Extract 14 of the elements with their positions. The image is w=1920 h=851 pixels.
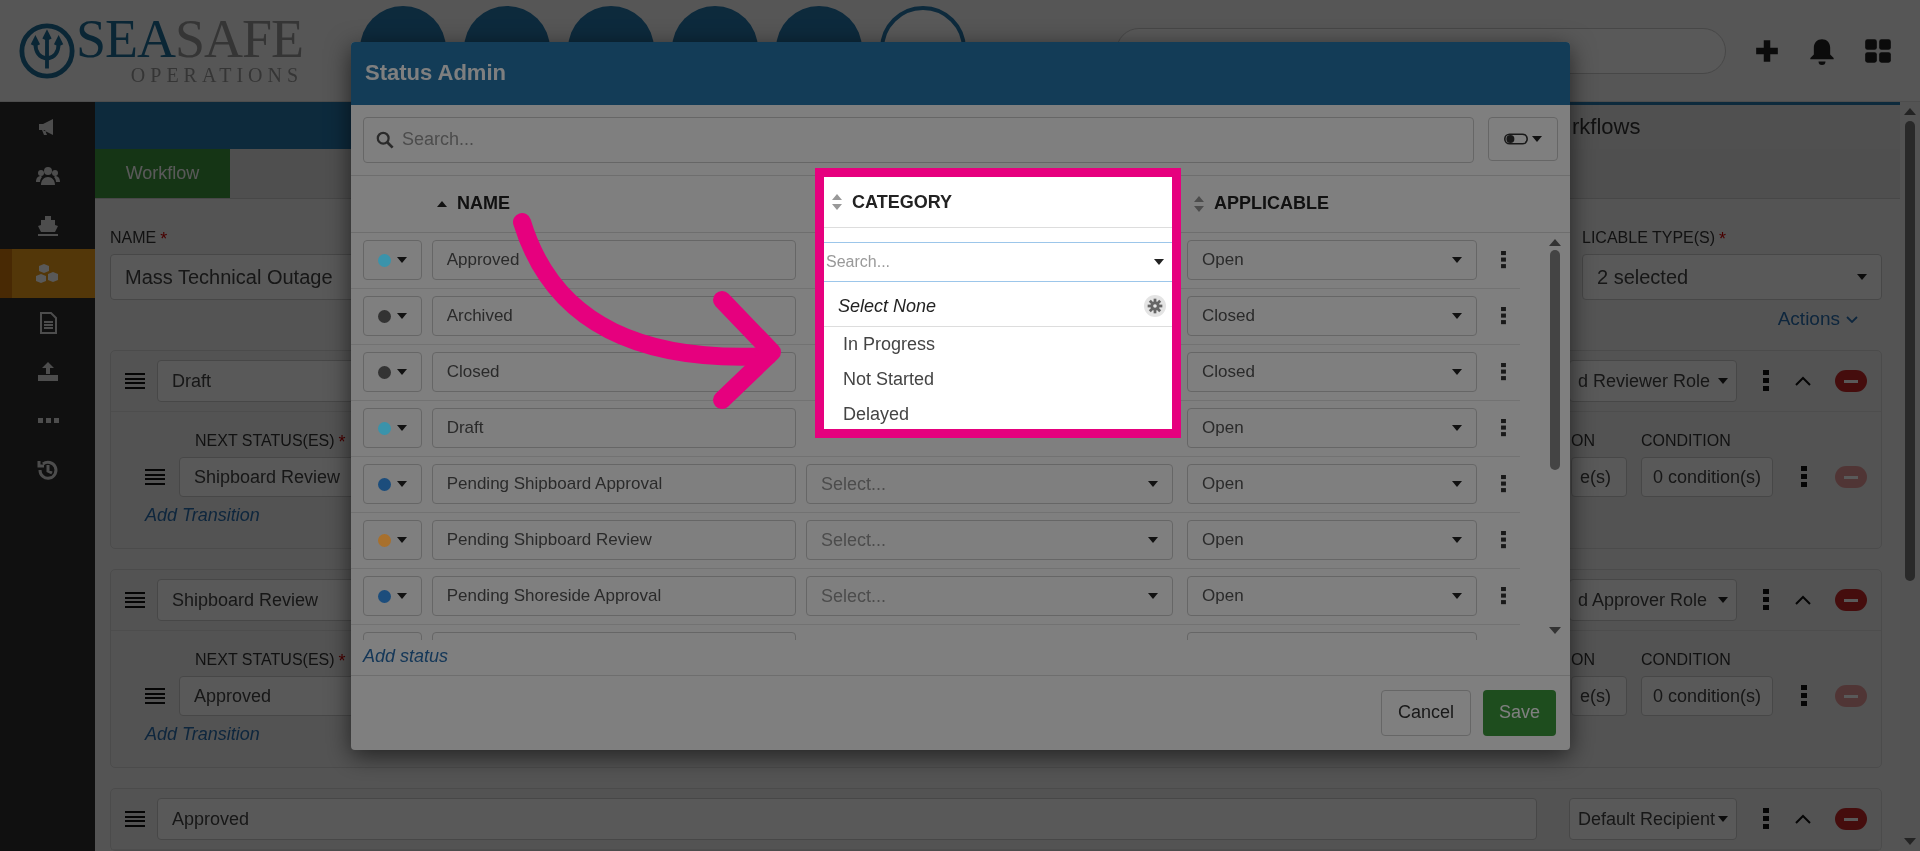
field-label: LICABLE TYPE(S)	[1582, 229, 1716, 248]
required-mark: *	[338, 432, 346, 453]
required-mark: *	[160, 229, 168, 250]
page-title: rkflows	[1572, 114, 1641, 140]
required-mark: *	[1719, 229, 1727, 250]
field-label: NEXT STATUS(ES)	[195, 651, 335, 670]
field-label: CONDITION	[1641, 432, 1732, 451]
field-label: NAME	[110, 229, 157, 248]
field-label: ON	[1571, 651, 1596, 670]
field-label: NEXT STATUS(ES)	[195, 432, 335, 451]
required-mark: *	[338, 651, 346, 672]
dialog-title: Status Admin	[365, 60, 506, 87]
field-label: CONDITION	[1641, 651, 1732, 670]
field-label: ON	[1571, 432, 1596, 451]
